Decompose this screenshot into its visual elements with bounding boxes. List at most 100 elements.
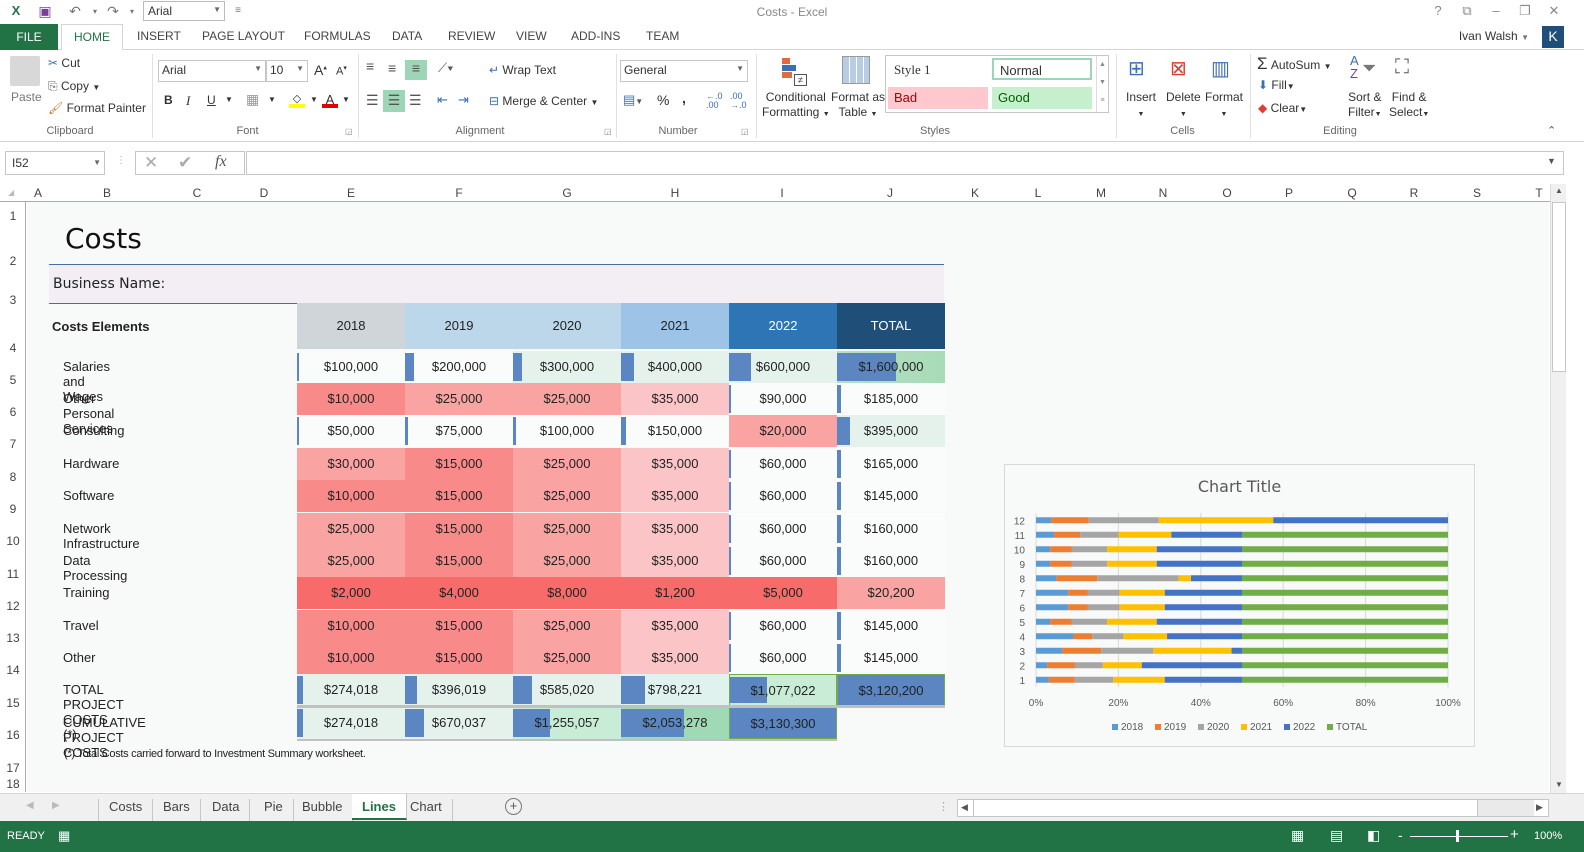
- bar-2021-11[interactable]: [1118, 531, 1172, 538]
- bar-2018-4[interactable]: [1036, 633, 1074, 640]
- data-cell[interactable]: $2,000: [297, 577, 405, 609]
- row-header-11[interactable]: 11: [0, 567, 26, 581]
- bar-2022-8[interactable]: [1191, 575, 1242, 582]
- column-header-k[interactable]: K: [965, 186, 985, 200]
- insert-button[interactable]: Insert ▼: [1126, 90, 1156, 122]
- column-header-b[interactable]: B: [97, 186, 117, 200]
- bar-2022-10[interactable]: [1156, 546, 1242, 553]
- close-icon[interactable]: ✕: [1544, 3, 1564, 19]
- bar-total-5[interactable]: [1242, 618, 1448, 625]
- data-cell[interactable]: $60,000: [729, 610, 837, 642]
- bar-2018-8[interactable]: [1036, 575, 1057, 582]
- minimize-icon[interactable]: –: [1486, 3, 1506, 18]
- align-bottom-icon[interactable]: ≡: [405, 60, 427, 80]
- bar-2018-3[interactable]: [1036, 647, 1063, 654]
- bar-2020-7[interactable]: [1087, 589, 1120, 596]
- merge-center-button[interactable]: ⊟ Merge & Center ▼: [489, 94, 598, 108]
- undo-icon[interactable]: ↶: [65, 3, 85, 21]
- column-header-2021[interactable]: 2021: [621, 303, 729, 349]
- tab-file[interactable]: FILE: [0, 24, 58, 50]
- chevron-down-icon[interactable]: ▼: [268, 95, 276, 104]
- tab-formulas[interactable]: FORMULAS: [304, 29, 371, 43]
- dialog-launcher-icon[interactable]: ◲: [604, 127, 612, 136]
- align-middle-icon[interactable]: ≡: [388, 60, 396, 76]
- column-header-2019[interactable]: 2019: [405, 303, 513, 349]
- increase-font-icon[interactable]: A▴: [314, 62, 327, 78]
- bar-2018-5[interactable]: [1036, 618, 1051, 625]
- data-cell[interactable]: $35,000: [621, 642, 729, 674]
- row-header-15[interactable]: 15: [0, 696, 26, 710]
- total-row-cell[interactable]: $274,018: [297, 674, 405, 706]
- name-box[interactable]: I52 ▼: [5, 151, 105, 175]
- data-cell[interactable]: $25,000: [297, 545, 405, 577]
- data-cell[interactable]: $35,000: [621, 383, 729, 415]
- bar-2022-2[interactable]: [1141, 662, 1242, 669]
- bar-2020-1[interactable]: [1074, 676, 1114, 683]
- data-cell[interactable]: $15,000: [405, 545, 513, 577]
- customize-qat-icon[interactable]: ≡: [228, 5, 248, 23]
- data-cell[interactable]: $145,000: [837, 642, 945, 674]
- tab-page-layout[interactable]: PAGE LAYOUT: [202, 29, 285, 43]
- data-cell[interactable]: $10,000: [297, 480, 405, 512]
- data-cell[interactable]: $50,000: [297, 415, 405, 447]
- format-as-table-icon[interactable]: [842, 56, 870, 84]
- column-header-d[interactable]: D: [254, 186, 274, 200]
- cumulative-row-cell[interactable]: $274,018: [297, 707, 405, 739]
- bar-2021-3[interactable]: [1153, 647, 1232, 654]
- bar-total-3[interactable]: [1242, 647, 1448, 654]
- bar-2019-10[interactable]: [1050, 546, 1072, 553]
- data-cell[interactable]: $1,600,000: [837, 351, 945, 383]
- bar-2021-2[interactable]: [1102, 662, 1142, 669]
- data-cell[interactable]: $185,000: [837, 383, 945, 415]
- data-cell[interactable]: $4,000: [405, 577, 513, 609]
- find-select-button[interactable]: Find & Select▼: [1389, 90, 1429, 122]
- data-cell[interactable]: $60,000: [729, 480, 837, 512]
- binoculars-icon[interactable]: ⛶: [1395, 56, 1409, 79]
- data-cell[interactable]: $75,000: [405, 415, 513, 447]
- bar-2019-7[interactable]: [1068, 589, 1088, 596]
- vertical-scrollbar[interactable]: ▲ ▼: [1550, 184, 1566, 793]
- business-name-field[interactable]: Business Name:: [49, 264, 944, 304]
- percent-button[interactable]: %: [657, 92, 669, 108]
- data-cell[interactable]: $1,200: [621, 577, 729, 609]
- column-header-f[interactable]: F: [449, 186, 469, 200]
- column-header-r[interactable]: R: [1404, 186, 1424, 200]
- bar-total-2[interactable]: [1242, 662, 1448, 669]
- row-header-14[interactable]: 14: [0, 663, 26, 677]
- bar-2019-8[interactable]: [1056, 575, 1098, 582]
- bar-2018-7[interactable]: [1036, 589, 1069, 596]
- total-row-cell[interactable]: $3,120,200: [837, 674, 945, 706]
- scroll-down-icon[interactable]: ▼: [1552, 780, 1566, 789]
- conditional-formatting-icon[interactable]: ≠: [778, 56, 808, 86]
- delete-cells-icon[interactable]: ⊠: [1170, 56, 1187, 81]
- column-header-m[interactable]: M: [1091, 186, 1111, 200]
- gallery-scroll[interactable]: ▲ ▼ ≡: [1096, 56, 1108, 112]
- row-header-16[interactable]: 16: [0, 728, 26, 742]
- zoom-slider-handle[interactable]: [1456, 830, 1459, 842]
- bar-2021-12[interactable]: [1158, 517, 1274, 524]
- collapse-ribbon-icon[interactable]: ⌃: [1547, 124, 1556, 137]
- format-button[interactable]: Format ▼: [1205, 90, 1243, 122]
- accounting-format-icon[interactable]: ▤▼: [623, 92, 643, 108]
- select-all-corner[interactable]: ◢: [8, 188, 14, 197]
- copy-button[interactable]: ⎘ Copy ▼: [48, 79, 100, 94]
- align-top-icon[interactable]: ≡: [366, 58, 374, 74]
- total-row-cell[interactable]: $585,020: [513, 674, 621, 706]
- scroll-up-icon[interactable]: ▲: [1552, 186, 1566, 195]
- format-as-table-button[interactable]: Format as Table ▼: [831, 90, 885, 122]
- sheet-tab-chart[interactable]: Chart: [400, 799, 453, 821]
- bar-total-11[interactable]: [1242, 531, 1448, 538]
- sort-filter-icon[interactable]: AZ: [1350, 54, 1359, 80]
- sort-filter-button[interactable]: Sort & Filter▼: [1348, 90, 1382, 122]
- tab-view[interactable]: VIEW: [516, 29, 547, 43]
- bar-2019-3[interactable]: [1062, 647, 1102, 654]
- sheet-tab-bubble[interactable]: Bubble: [292, 799, 354, 821]
- data-cell[interactable]: $100,000: [513, 415, 621, 447]
- data-cell[interactable]: $25,000: [513, 513, 621, 545]
- bar-2020-4[interactable]: [1092, 633, 1124, 640]
- data-cell[interactable]: $15,000: [405, 642, 513, 674]
- data-cell[interactable]: $25,000: [513, 642, 621, 674]
- bar-2021-9[interactable]: [1107, 560, 1157, 567]
- bar-total-1[interactable]: [1242, 676, 1448, 683]
- bar-total-4[interactable]: [1242, 633, 1448, 640]
